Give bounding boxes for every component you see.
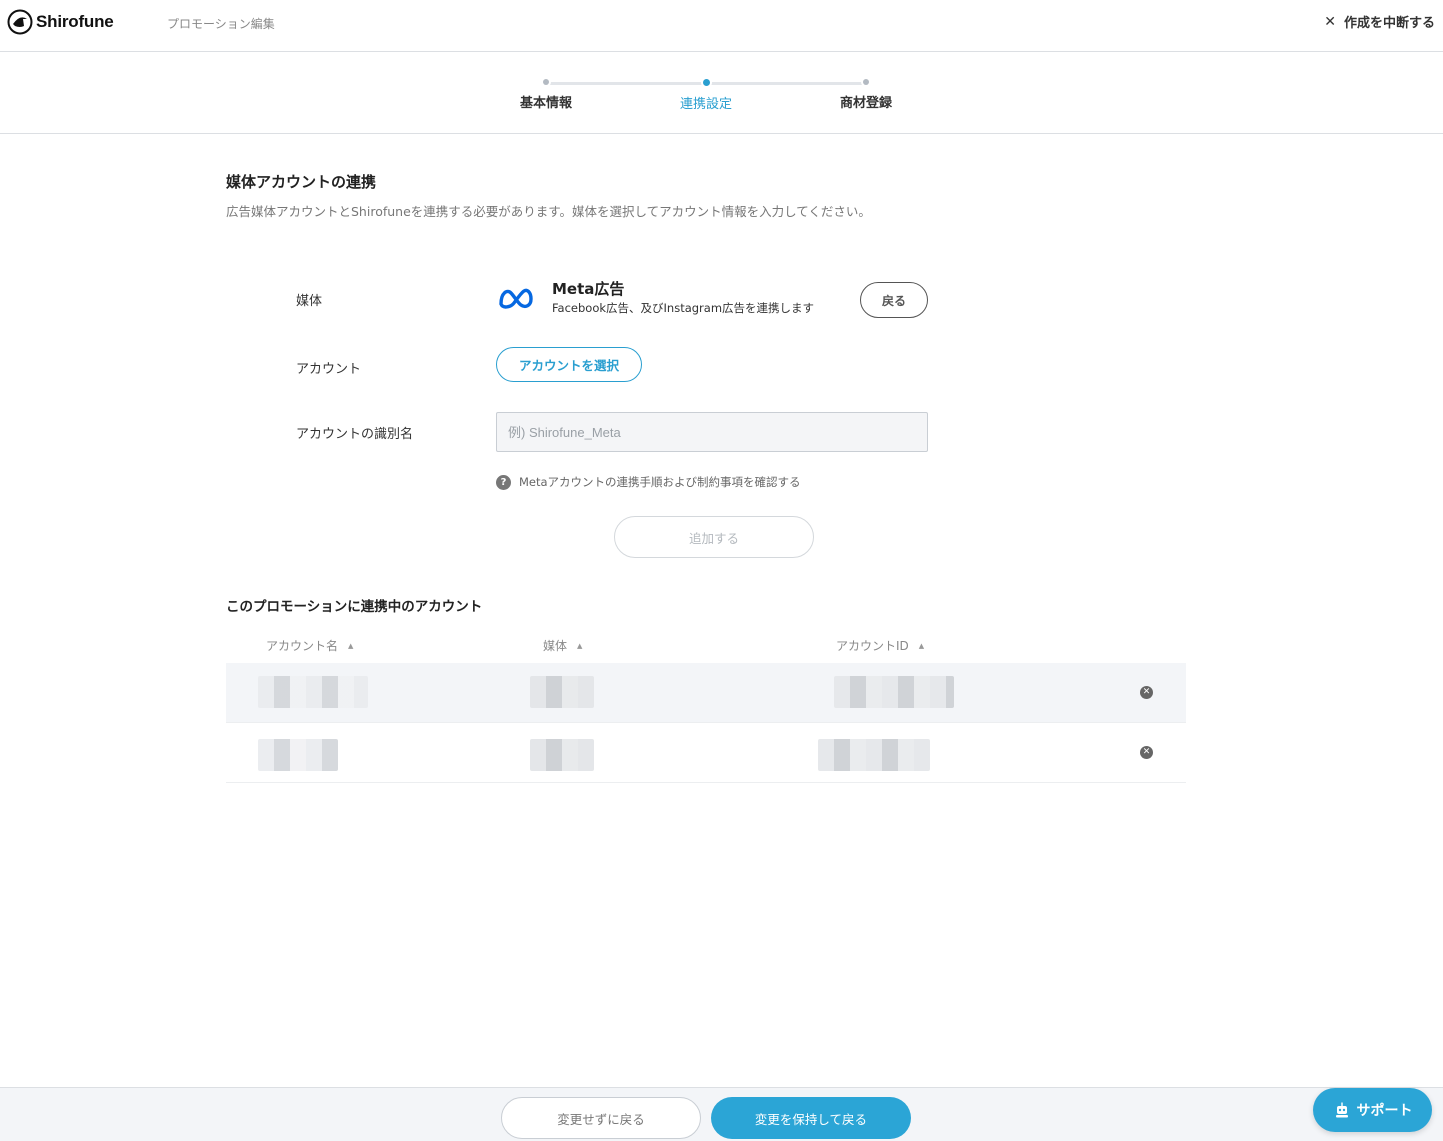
remove-account-icon[interactable]: ✕: [1140, 746, 1153, 759]
save-and-back-button[interactable]: 変更を保持して戻る: [711, 1097, 911, 1139]
redacted-account-id: [818, 739, 930, 771]
step-dot-current: [702, 79, 710, 86]
column-header-account-id[interactable]: アカウントID ▲: [836, 637, 924, 654]
table-row: ✕: [226, 723, 1186, 783]
redacted-media: [530, 739, 594, 771]
linked-accounts-title: このプロモーションに連携中のアカウント: [226, 599, 483, 615]
media-name: Meta広告: [552, 280, 625, 298]
step-label: 基本情報: [519, 96, 572, 111]
support-label: サポート: [1356, 1103, 1413, 1119]
select-account-button[interactable]: アカウントを選択: [496, 347, 642, 382]
column-header-media[interactable]: 媒体 ▲: [543, 637, 582, 654]
column-header-label: 媒体: [543, 639, 568, 653]
section-title: 媒体アカウントの連携: [226, 173, 377, 191]
account-identifier-label: アカウントの識別名: [296, 427, 414, 442]
footer-bar: 変更せずに戻る 変更を保持して戻る: [0, 1087, 1443, 1141]
cancel-creation-label: 作成を中断する: [1343, 16, 1435, 31]
media-label: 媒体: [296, 294, 323, 309]
sort-asc-icon: ▲: [348, 641, 354, 650]
column-header-label: アカウント名: [266, 639, 339, 653]
account-identifier-input[interactable]: [496, 412, 928, 452]
shirofune-logo-icon: [7, 9, 33, 35]
cancel-creation-button[interactable]: ✕ 作成を中断する: [1324, 12, 1435, 32]
section-description: 広告媒体アカウントとShirofuneを連携する必要があります。媒体を選択してア…: [226, 204, 871, 219]
step-product-registration[interactable]: 商材登録: [806, 76, 926, 111]
column-header-label: アカウントID: [836, 639, 909, 653]
help-link-text: Metaアカウントの連携手順および制約事項を確認する: [519, 475, 801, 489]
step-label: 連携設定: [679, 97, 732, 112]
account-label: アカウント: [296, 362, 362, 377]
app-logo[interactable]: Shirofune: [7, 9, 114, 35]
support-robot-icon: [1335, 1102, 1348, 1118]
table-row: ✕: [226, 663, 1186, 723]
remove-account-icon[interactable]: ✕: [1140, 686, 1153, 699]
redacted-account-name: [258, 676, 368, 708]
close-icon: ✕: [1324, 13, 1336, 30]
discard-and-back-button[interactable]: 変更せずに戻る: [501, 1097, 701, 1139]
top-bar: Shirofune プロモーション編集 ✕ 作成を中断する: [0, 0, 1443, 52]
redacted-account-id: [834, 676, 954, 708]
question-icon: ?: [496, 474, 511, 490]
step-basic-info[interactable]: 基本情報: [486, 76, 606, 111]
step-link-settings[interactable]: 連携設定: [646, 76, 766, 112]
media-back-button[interactable]: 戻る: [860, 282, 928, 318]
app-name: Shirofune: [36, 12, 114, 31]
progress-stepper: 基本情報 連携設定 商材登録: [0, 52, 1443, 134]
support-button[interactable]: サポート: [1313, 1088, 1432, 1132]
page-title: プロモーション編集: [167, 17, 275, 31]
add-account-button[interactable]: 追加する: [614, 516, 814, 558]
step-dot: [863, 79, 869, 85]
step-dot: [543, 79, 549, 85]
step-label: 商材登録: [839, 96, 892, 111]
column-header-account-name[interactable]: アカウント名 ▲: [266, 637, 353, 654]
sort-asc-icon: ▲: [577, 641, 583, 650]
meta-help-link[interactable]: ? Metaアカウントの連携手順および制約事項を確認する: [496, 474, 801, 490]
meta-logo-icon: [499, 288, 533, 309]
media-description: Facebook広告、及びInstagram広告を連携します: [552, 301, 815, 315]
redacted-media: [530, 676, 594, 708]
sort-asc-icon: ▲: [918, 641, 925, 650]
redacted-account-name: [258, 739, 338, 771]
